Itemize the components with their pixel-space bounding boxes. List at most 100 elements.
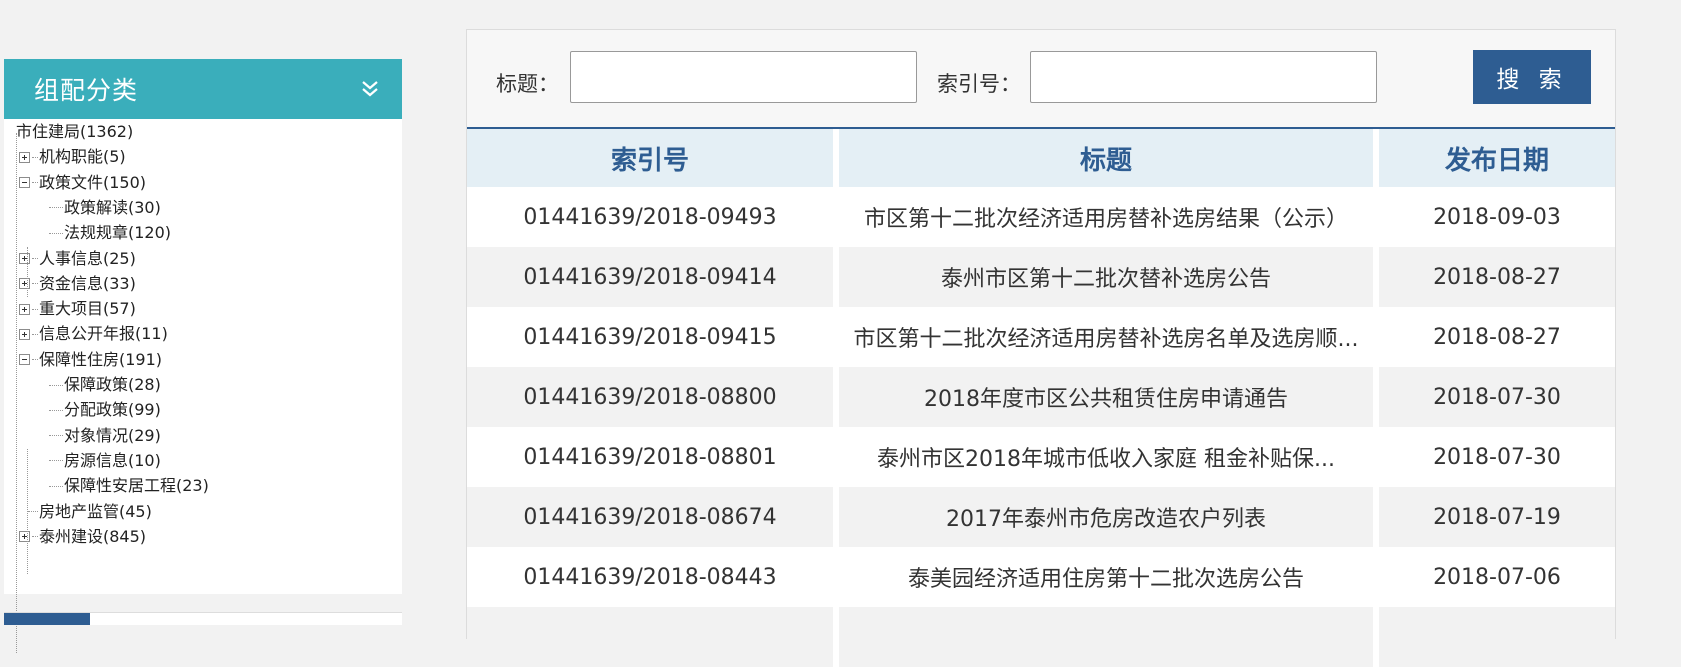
main-panel: 标题： 索引号： 搜 索 索引号 标题 发布日期 01441639/2018-0… <box>466 29 1616 667</box>
cell-index: 01441639/2018-09414 <box>467 247 839 307</box>
tree-node[interactable]: 信息公开年报(11) <box>19 323 168 345</box>
table-row[interactable]: 01441639/2018-08674 2017年泰州市危房改造农户列表 2018-… <box>467 487 1615 547</box>
tree-node-label: 人事信息(25) <box>39 248 136 268</box>
tree-node-label: 房源信息(10) <box>64 450 161 470</box>
tree-leaf[interactable]: 法规规章(120) <box>49 222 171 244</box>
tree-node-label: 市住建局(1362) <box>16 122 134 141</box>
expand-icon[interactable] <box>19 278 30 290</box>
tree-connector <box>32 156 38 158</box>
tree-node-label: 政策解读(30) <box>64 197 161 217</box>
tree-leaf[interactable]: 政策解读(30) <box>49 197 161 219</box>
cell-index <box>467 607 839 667</box>
column-header-title: 标题 <box>839 129 1379 187</box>
search-bar: 标题： 索引号： 搜 索 <box>467 30 1615 127</box>
tree-node-label: 保障性安居工程(23) <box>64 476 209 496</box>
expand-icon[interactable] <box>19 303 30 315</box>
table-row[interactable]: 01441639/2018-09415 市区第十二批次经济适用房替补选房名单及选房… <box>467 307 1615 367</box>
tree-connector <box>49 207 63 209</box>
tree-node-label: 对象情况(29) <box>64 425 161 445</box>
table-row[interactable]: 01441639/2018-09414 泰州市区第十二批次替补选房公告 2018-0… <box>467 247 1615 307</box>
collapse-icon[interactable] <box>19 177 30 189</box>
cell-title[interactable]: 2017年泰州市危房改造农户列表 <box>839 487 1379 547</box>
tree-connector <box>49 384 63 386</box>
tree-node-label: 机构职能(5) <box>39 147 126 167</box>
tree-connector <box>32 333 38 335</box>
table-row[interactable]: 01441639/2018-08443 泰美园经济适用住房第十二批次选房公告 201… <box>467 547 1615 607</box>
cell-title[interactable]: 泰美园经济适用住房第十二批次选房公告 <box>839 547 1379 607</box>
tree-guide-line <box>16 133 17 653</box>
tree-node[interactable]: 泰州建设(845) <box>19 526 146 548</box>
cell-title[interactable]: 市区第十二批次经济适用房替补选房名单及选房顺... <box>839 307 1379 367</box>
tree-node[interactable]: 保障性住房(191) <box>19 349 162 371</box>
tree-node-label: 分配政策(99) <box>64 400 161 420</box>
cell-title[interactable]: 市区第十二批次经济适用房替补选房结果（公示） <box>839 187 1379 247</box>
tree-node-label: 重大项目(57) <box>39 299 136 319</box>
tree-connector <box>32 536 38 538</box>
tree-connector <box>49 409 63 411</box>
cell-date: 2018-07-19 <box>1379 487 1615 547</box>
tree-node-label: 房地产监管(45) <box>39 501 152 521</box>
tree-connector <box>49 435 63 437</box>
tree-leaf[interactable]: 对象情况(29) <box>49 425 161 447</box>
tree-root[interactable]: 市住建局(1362) <box>16 121 133 143</box>
cell-title[interactable]: 泰州市区2018年城市低收入家庭 租金补贴保... <box>839 427 1379 487</box>
table-body: 01441639/2018-09493 市区第十二批次经济适用房替补选房结果（公示… <box>467 187 1615 667</box>
tree-node[interactable]: 政策文件(150) <box>19 172 146 194</box>
tree-leaf[interactable]: 分配政策(99) <box>49 399 161 421</box>
tree-node[interactable]: 机构职能(5) <box>19 146 126 168</box>
tree-connector <box>32 283 38 285</box>
tree-node-label: 政策文件(150) <box>39 172 147 192</box>
table-row[interactable] <box>467 607 1615 667</box>
tree-connector <box>49 485 63 487</box>
tree-node-label: 信息公开年报(11) <box>39 324 168 344</box>
tree-node-label: 保障政策(28) <box>64 375 161 394</box>
cell-index: 01441639/2018-08443 <box>467 547 839 607</box>
search-button[interactable]: 搜 索 <box>1473 50 1591 104</box>
expand-icon[interactable] <box>19 328 30 340</box>
double-chevron-down-icon[interactable] <box>358 77 382 101</box>
cell-index: 01441639/2018-09493 <box>467 187 839 247</box>
tree-connector <box>32 182 38 184</box>
cell-index: 01441639/2018-09415 <box>467 307 839 367</box>
table-row[interactable]: 01441639/2018-09493 市区第十二批次经济适用房替补选房结果（公示… <box>467 187 1615 247</box>
tree-node-label: 保障性住房(191) <box>39 349 163 369</box>
table-header-row: 索引号 标题 发布日期 <box>467 129 1615 187</box>
index-search-label: 索引号： <box>937 72 1021 96</box>
tree-connector <box>49 460 63 462</box>
cell-title[interactable]: 泰州市区第十二批次替补选房公告 <box>839 247 1379 307</box>
tree-leaf[interactable]: 房源信息(10) <box>49 450 161 472</box>
tree-connector <box>28 511 38 512</box>
tree-connector <box>32 258 38 259</box>
tree-node[interactable]: 重大项目(57) <box>19 298 136 320</box>
cell-date: 2018-07-30 <box>1379 427 1615 487</box>
cell-date: 2018-08-27 <box>1379 247 1615 307</box>
tree-node[interactable]: 资金信息(33) <box>19 273 136 295</box>
cell-index: 01441639/2018-08801 <box>467 427 839 487</box>
column-header-index: 索引号 <box>467 129 839 187</box>
cell-title[interactable] <box>839 607 1379 667</box>
tree-connector <box>49 232 63 234</box>
tree-leaf[interactable]: 保障政策(28) <box>49 374 161 396</box>
expand-icon[interactable] <box>19 253 30 264</box>
tab-active[interactable] <box>4 613 90 625</box>
column-header-date: 发布日期 <box>1379 129 1615 187</box>
index-search-input[interactable] <box>1030 51 1377 103</box>
tree-connector <box>32 359 38 361</box>
tree-leaf[interactable]: 保障性安居工程(23) <box>49 475 209 497</box>
tree-node[interactable]: 人事信息(25) <box>19 248 136 270</box>
results-table: 索引号 标题 发布日期 01441639/2018-09493 市区第十二批次经济… <box>467 129 1615 667</box>
collapse-icon[interactable] <box>19 354 30 366</box>
expand-icon[interactable] <box>19 151 30 163</box>
tree-guide-line <box>27 247 28 297</box>
table-row[interactable]: 01441639/2018-08801 泰州市区2018年城市低收入家庭 租金补贴… <box>467 427 1615 487</box>
sidebar-header[interactable]: 组配分类 <box>4 59 402 119</box>
title-search-label: 标题： <box>496 72 559 96</box>
title-search-input[interactable] <box>570 51 917 103</box>
cell-title[interactable]: 2018年度市区公共租赁住房申请通告 <box>839 367 1379 427</box>
tree-node-label: 泰州建设(845) <box>39 526 147 546</box>
table-row[interactable]: 01441639/2018-08800 2018年度市区公共租赁住房申请通告 201… <box>467 367 1615 427</box>
cell-date <box>1379 607 1615 667</box>
sidebar-title: 组配分类 <box>34 76 139 105</box>
tree-node[interactable]: 房地产监管(45) <box>28 501 152 523</box>
expand-icon[interactable] <box>19 531 30 543</box>
